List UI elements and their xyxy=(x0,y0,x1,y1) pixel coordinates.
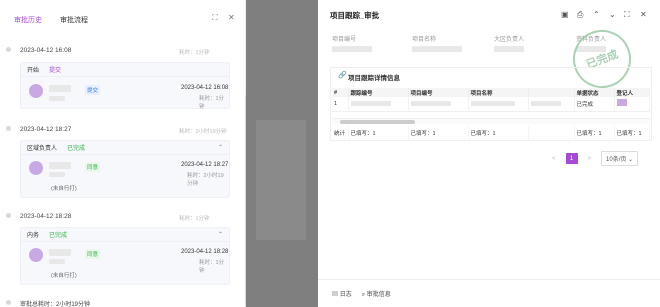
summary-cell: 已填写：1 xyxy=(574,126,615,141)
timeline-duration: 耗时：1分钟 xyxy=(179,216,210,222)
page-title: 项目跟踪_审批 xyxy=(330,11,380,20)
summary-cell: 已填写：1 xyxy=(408,126,469,141)
next-page-button[interactable]: > xyxy=(588,156,592,162)
avatar xyxy=(29,248,43,262)
table-header: 登记人 xyxy=(614,88,650,97)
summary-cell: 已填写：1 xyxy=(348,126,409,141)
action-time: 2023-04-12 18:28 xyxy=(181,249,229,255)
table-header: 跟踪编号 xyxy=(348,88,409,97)
chevron-up-icon[interactable]: ⌃ xyxy=(218,231,223,238)
timeline-date: 2023-04-12 18:28 xyxy=(20,213,72,220)
approval-info-label: 审批信息 xyxy=(366,291,391,298)
table-header: # xyxy=(332,88,349,97)
search-icon: ⌕ xyxy=(361,291,366,298)
row-status: 已完成 xyxy=(574,97,615,112)
avatar xyxy=(29,161,43,175)
approval-card: 开始 提交 提交 2023-04-12 16:08 耗时：1分钟 xyxy=(20,62,230,110)
timeline-dot xyxy=(6,47,11,52)
table-header: 单据状态 xyxy=(574,88,615,97)
summary-cell: 统计 xyxy=(332,126,349,141)
log-button[interactable]: ▤ 日志 xyxy=(332,289,352,298)
timeline-date: 2023-04-12 18:27 xyxy=(20,126,72,133)
link-icon: 🔗 xyxy=(338,72,347,79)
chevron-down-icon[interactable]: ⌄ xyxy=(609,10,616,19)
prev-page-button[interactable]: < xyxy=(552,156,556,162)
node-status: 已完成 xyxy=(49,233,68,239)
approval-history-panel: 审批历史 审批流程 ⛶ ✕ 2023-04-12 16:08 耗时：1分钟 开始… xyxy=(0,0,246,307)
timeline-dot xyxy=(6,300,11,305)
chevron-up-icon[interactable]: ⌃ xyxy=(593,10,600,19)
summary-table: 统计 已填写：1 已填写：1 已填写：1 已填写：1 已填写：1 xyxy=(332,126,650,141)
approval-card: 区域负责人 已完成 ⌃ 同意 2023-04-12 18:27 耗时：2小时19… xyxy=(20,140,230,198)
log-icon: ▤ xyxy=(332,292,339,298)
clipboard-icon[interactable]: ▣ xyxy=(561,10,569,19)
summary-cell: 已填写：1 xyxy=(614,126,650,141)
page-size-label: 10条/页 xyxy=(606,157,627,163)
summary-cell xyxy=(528,126,575,141)
pagination: < 1 > 10条/页 ⌄ xyxy=(552,151,639,166)
avatar xyxy=(29,84,43,98)
action-tag: 同意 xyxy=(85,162,101,172)
approval-info-button[interactable]: ⌕ 审批信息 xyxy=(362,289,391,299)
action-tag: 提交 xyxy=(85,85,101,95)
table-header xyxy=(528,88,575,97)
action-time: 2023-04-12 18:27 xyxy=(181,162,229,168)
node-status: 提交 xyxy=(49,68,62,74)
node-name: 区域负责人 xyxy=(27,146,58,152)
row-index: 1 xyxy=(332,97,349,112)
field-label-project-name: 项目名称 xyxy=(412,37,437,43)
field-label-region-owner: 大区负责人 xyxy=(494,37,525,43)
summary-cell: 已填写：1 xyxy=(468,126,529,141)
page-button-active[interactable]: 1 xyxy=(565,153,578,164)
page-size-select[interactable]: 10条/页 ⌄ xyxy=(601,151,639,166)
action-time: 2023-04-12 16:08 xyxy=(181,85,229,91)
tab-approval-flow[interactable]: 审批流程 xyxy=(60,15,88,25)
node-name: 内务 xyxy=(27,233,40,239)
detail-table: # 跟踪编号 项目编号 项目名称 单据状态 登记人 1 已完成 xyxy=(332,88,650,112)
table-header: 项目名称 xyxy=(468,88,529,97)
approval-card: 内务 已完成 ⌃ 同意 2023-04-12 18:28 耗时：1分钟 (未自行… xyxy=(20,227,230,285)
log-label: 日志 xyxy=(339,292,352,298)
timeline-dot xyxy=(6,126,11,131)
signature-note: (未自行打) xyxy=(51,273,77,279)
action-tag: 同意 xyxy=(85,249,101,259)
action-duration: 耗时：2小时19分钟 xyxy=(187,173,224,187)
print-icon[interactable]: ⎙ xyxy=(577,10,583,20)
node-status: 已完成 xyxy=(67,146,86,152)
expand-icon[interactable]: ⛶ xyxy=(212,13,218,23)
chevron-up-icon[interactable]: ⌃ xyxy=(218,144,223,151)
timeline-date: 2023-04-12 16:08 xyxy=(20,47,72,54)
table-header: 项目编号 xyxy=(408,88,469,97)
horizontal-scrollbar[interactable] xyxy=(332,118,650,124)
background-overlay xyxy=(246,0,318,307)
signature-note: (未自行打) xyxy=(51,186,77,192)
total-duration: 审批总耗时：2小时19分钟 xyxy=(20,302,91,307)
close-icon[interactable]: ✕ xyxy=(228,13,235,22)
timeline-duration: 耗时：1分钟 xyxy=(179,50,210,56)
action-duration: 耗时：1分钟 xyxy=(199,260,225,274)
tab-approval-history[interactable]: 审批历史 xyxy=(14,15,42,25)
section-title: 项目跟踪详情信息 xyxy=(348,75,400,82)
action-duration: 耗时：1分钟 xyxy=(199,96,225,110)
footer-bar: ▤ 日志 ⌕ 审批信息 xyxy=(318,279,660,307)
node-name: 开始 xyxy=(27,68,40,74)
timeline-duration: 耗时：2小时19分钟 xyxy=(179,129,227,135)
field-label-project-no: 项目编号 xyxy=(332,37,357,43)
timeline-dot xyxy=(6,213,11,218)
close-icon[interactable]: ✕ xyxy=(640,10,647,19)
approval-detail-panel: 项目跟踪_审批 ▣ ⎙ ⌃ ⌄ ⛶ ✕ 项目编号 项目名称 大区负责人 资料负责… xyxy=(318,0,660,307)
table-row[interactable]: 1 已完成 xyxy=(332,97,650,112)
expand-icon[interactable]: ⛶ xyxy=(624,10,630,20)
